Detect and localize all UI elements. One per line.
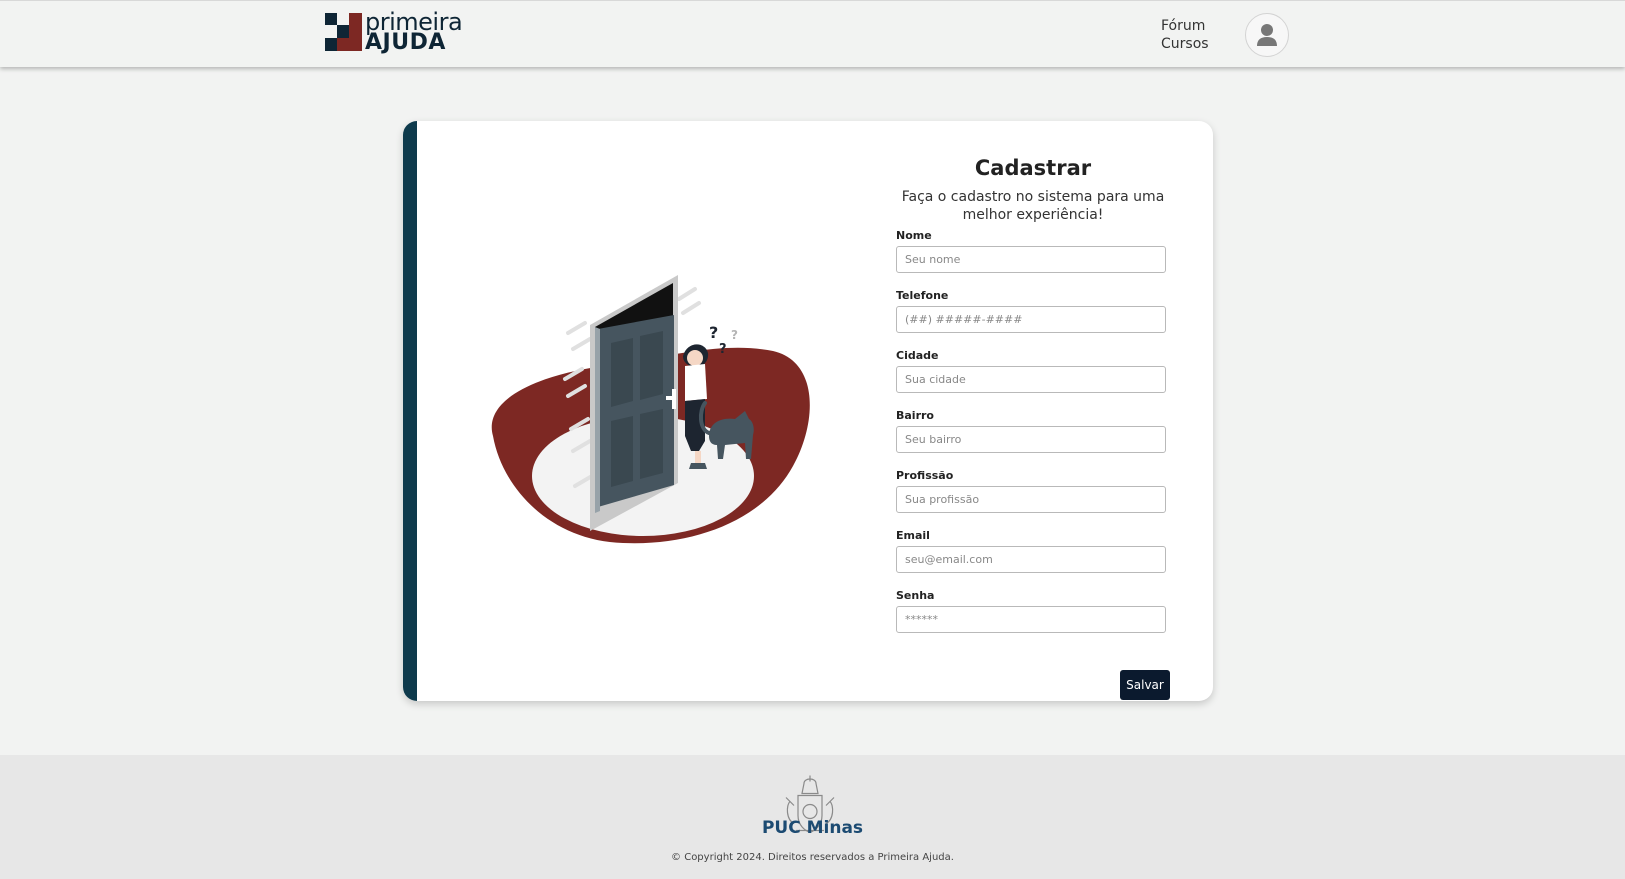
field-label-bairro: Bairro	[896, 409, 934, 422]
svg-text:?: ?	[731, 328, 738, 342]
field-label-cidade: Cidade	[896, 349, 939, 362]
field-label-senha: Senha	[896, 589, 935, 602]
save-button[interactable]: Salvar	[1120, 670, 1170, 700]
footer-brand: PUC Minas	[761, 818, 864, 838]
field-email: Email	[896, 528, 1170, 573]
logo-text-ajuda: AJUDA	[365, 30, 446, 55]
profissao-input[interactable]	[896, 486, 1166, 513]
signup-form: Cadastrar Faça o cadastro no sistema par…	[896, 151, 1170, 700]
field-bairro: Bairro	[896, 408, 1170, 453]
field-nome: Nome	[896, 228, 1170, 273]
top-navbar: primeira AJUDA Fórum Cursos	[0, 0, 1625, 67]
email-input[interactable]	[896, 546, 1166, 573]
user-avatar-button[interactable]	[1245, 13, 1289, 57]
nav-link-forum[interactable]: Fórum	[1161, 17, 1209, 35]
field-senha: Senha	[896, 588, 1170, 633]
telefone-input[interactable]	[896, 306, 1166, 333]
nome-input[interactable]	[896, 246, 1166, 273]
cidade-input[interactable]	[896, 366, 1166, 393]
field-cidade: Cidade	[896, 348, 1170, 393]
field-label-nome: Nome	[896, 229, 932, 242]
svg-text:?: ?	[709, 323, 718, 342]
field-label-email: Email	[896, 529, 930, 542]
footer: PUC Minas © Copyright 2024. Direitos res…	[0, 755, 1625, 879]
copyright-text: © Copyright 2024. Direitos reservados a …	[671, 852, 954, 863]
primeira-ajuda-logo[interactable]: primeira AJUDA	[325, 10, 470, 55]
nav-link-cursos[interactable]: Cursos	[1161, 35, 1209, 53]
user-icon	[1257, 24, 1277, 46]
form-subtitle: Faça o cadastro no sistema para uma melh…	[901, 189, 1165, 223]
senha-input[interactable]	[896, 606, 1166, 633]
field-label-profissao: Profissão	[896, 469, 954, 482]
door-illustration: ? ? ?	[491, 275, 810, 544]
signup-card: ? ? ? Cadastrar Faça o cadastro no siste…	[403, 121, 1213, 701]
svg-text:?: ?	[719, 342, 727, 357]
field-profissao: Profissão	[896, 468, 1170, 513]
field-label-telefone: Telefone	[896, 289, 949, 302]
card-accent-bar	[403, 121, 417, 701]
logo-mark-icon	[325, 13, 362, 51]
field-telefone: Telefone	[896, 288, 1170, 333]
main-nav: Fórum Cursos	[1161, 17, 1209, 53]
form-title: Cadastrar	[974, 156, 1092, 180]
bairro-input[interactable]	[896, 426, 1166, 453]
